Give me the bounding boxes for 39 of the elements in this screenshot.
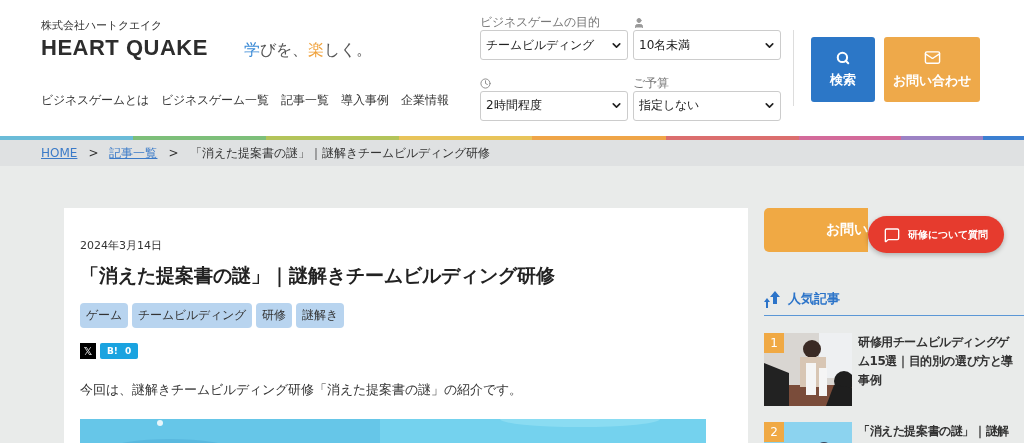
question-button[interactable]: 研修について質問 [868, 216, 1004, 253]
rising-arrows-icon [764, 290, 782, 308]
rank-badge: 1 [764, 333, 784, 353]
tag-chip[interactable]: チームビルディング [132, 303, 252, 328]
nav-link[interactable]: 記事一覧 [281, 93, 329, 108]
nav-link[interactable]: ビジネスゲームとは [41, 93, 149, 108]
tag-chip[interactable]: ゲーム [80, 303, 128, 328]
tagline: 学びを、楽 しく。 [243, 39, 372, 61]
article-link[interactable]: 「消えた提案書の謎」｜謎解 [858, 422, 1009, 443]
select-field[interactable]: 指定しない [633, 90, 781, 121]
section-heading: 人気記事 [788, 290, 840, 308]
filter-label: ご予算 [633, 74, 669, 92]
nav-link[interactable]: ビジネスゲーム一覧 [161, 93, 269, 108]
breadcrumb-link[interactable]: 記事一覧 [109, 144, 158, 162]
company-name: 株式会社ハートクエイク [41, 18, 163, 33]
rank-badge: 2 [764, 422, 784, 442]
chat-icon [884, 226, 900, 243]
post-date: 2024年3月14日 [80, 238, 163, 253]
select-field[interactable]: チームビルディング [480, 30, 628, 60]
logo[interactable]: HEART QUAKE [41, 35, 208, 61]
x-share-button[interactable]: 𝕏 [80, 343, 96, 359]
search-button[interactable]: 検索 [811, 37, 875, 102]
clock-icon [480, 77, 491, 89]
select-field[interactable]: 2時間程度 [480, 90, 628, 121]
article-link[interactable]: 研修用チームビルディングゲ ム15選｜目的別の選び方と導 事例 [858, 333, 1014, 406]
select-field[interactable]: 10名未満 [633, 30, 781, 60]
search-icon [836, 50, 850, 65]
filter-label: ビジネスゲームの目的 [480, 14, 600, 31]
intro-text: 今回は、謎解きチームビルディング研修「消えた提案書の謎」の紹介です。 [80, 381, 523, 399]
tag-chip[interactable]: 謎解き [296, 303, 344, 328]
breadcrumb-separator: > [168, 146, 179, 160]
mail-icon [923, 49, 941, 66]
nav-link[interactable]: 導入事例 [341, 93, 389, 108]
nav-link[interactable]: 企業情報 [401, 93, 449, 108]
tag-chip[interactable]: 研修 [256, 303, 292, 328]
breadcrumb-current: 「消えた提案書の謎」｜謎解きチームビルディング研修 [189, 144, 490, 162]
article-title: 「消えた提案書の謎」｜謎解きチームビルディング研修 [80, 263, 556, 289]
person-icon [633, 16, 645, 29]
breadcrumb-separator: > [88, 146, 99, 160]
